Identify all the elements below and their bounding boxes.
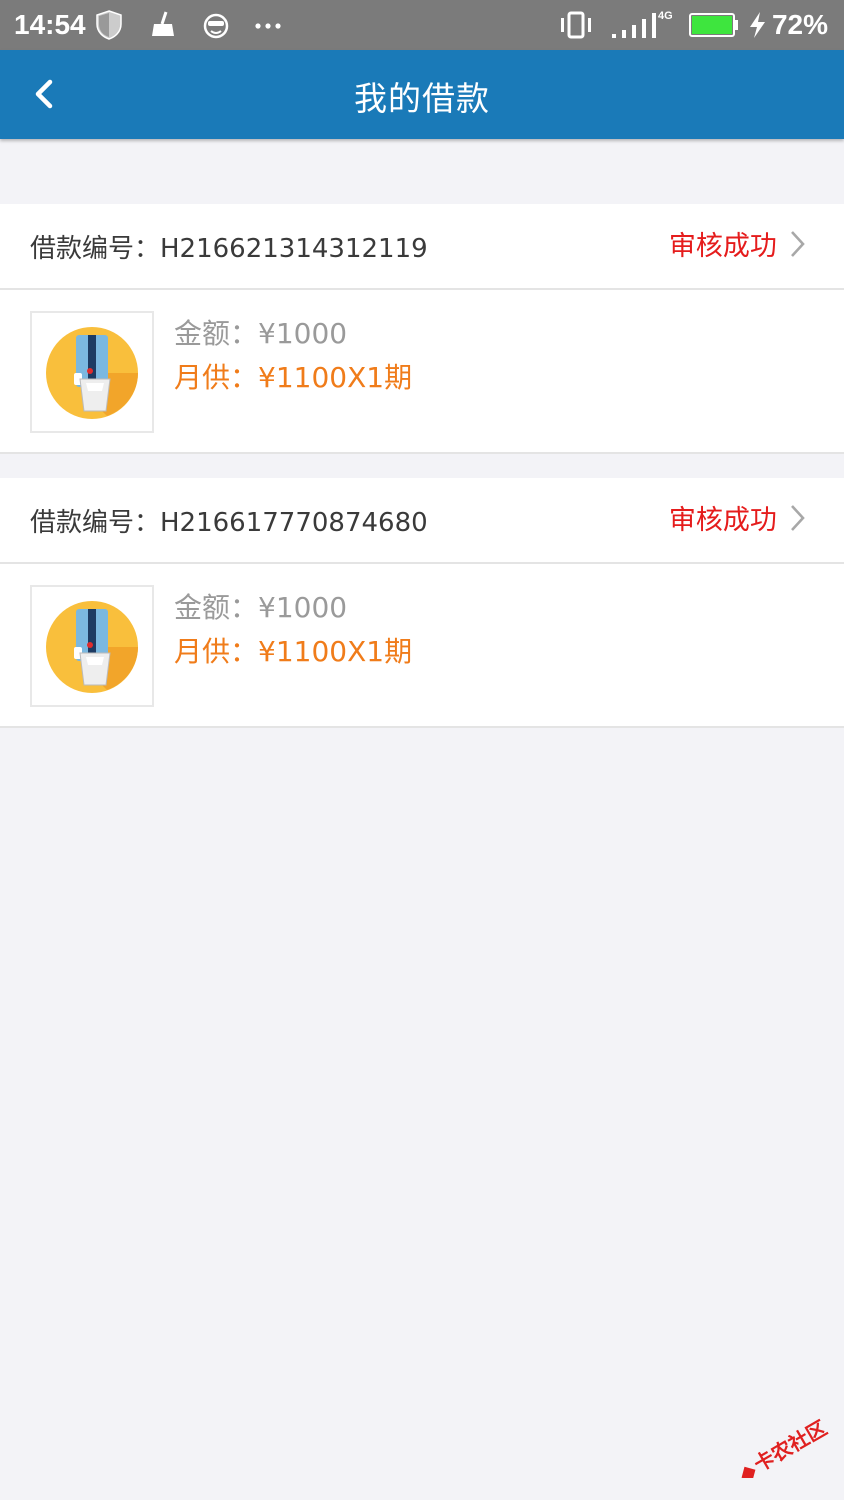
loan-card[interactable]: 借款编号：H216617770874680 审核成功 金额：¥1000 月供：¥… [0, 478, 844, 728]
card-separator [0, 452, 844, 480]
loan-amount: 金额：¥1000 [174, 591, 348, 624]
loan-thumbnail [30, 585, 154, 707]
shield-icon [96, 10, 122, 40]
more-dots-icon [255, 23, 281, 29]
chevron-right-icon [791, 230, 805, 257]
loan-status: 审核成功 [668, 231, 777, 262]
credit-card-hand-icon [46, 327, 138, 419]
network-type: 4G [658, 10, 673, 22]
watermark: 卡农社区 [726, 1416, 836, 1482]
watermark-text: 卡农社区 [750, 1418, 831, 1476]
loan-card-body[interactable]: 金额：¥1000 月供：¥1100X1期 [0, 290, 844, 452]
loan-amount: 金额：¥1000 [174, 317, 348, 350]
credit-card-hand-icon [46, 601, 138, 693]
watermark-logo: 卡农社区 [741, 1416, 831, 1481]
loan-number: 借款编号：H216621314312119 [30, 234, 428, 264]
signal-icon: 4G [612, 10, 673, 38]
loan-status-link[interactable]: 审核成功 [669, 498, 808, 542]
loan-status: 审核成功 [668, 505, 777, 536]
charging-icon [750, 12, 765, 38]
loan-monthly-payment: 月供：¥1100X1期 [174, 635, 413, 668]
battery-percentage: 72% [771, 9, 828, 40]
battery-icon [689, 13, 738, 37]
broom-icon [152, 11, 174, 36]
chevron-right-icon [791, 504, 805, 531]
loan-card-header[interactable]: 借款编号：H216621314312119 审核成功 [0, 204, 844, 290]
loan-number: 借款编号：H216617770874680 [30, 508, 428, 538]
loan-card-header[interactable]: 借款编号：H216617770874680 审核成功 [0, 478, 844, 564]
page-title: 我的借款 [354, 79, 490, 118]
status-bar: 14:54 4G 72% [0, 0, 844, 50]
status-time: 14:54 [14, 9, 86, 40]
face-icon [203, 13, 229, 39]
loan-monthly-payment: 月供：¥1100X1期 [174, 361, 413, 394]
nav-bar: 我的借款 [0, 50, 844, 139]
vibrate-icon [561, 11, 591, 39]
loan-card-body[interactable]: 金额：¥1000 月供：¥1100X1期 [0, 564, 844, 728]
loan-thumbnail [30, 311, 154, 433]
loan-status-link[interactable]: 审核成功 [669, 224, 808, 268]
loan-card[interactable]: 借款编号：H216621314312119 审核成功 金额：¥1000 月供：¥… [0, 204, 844, 452]
